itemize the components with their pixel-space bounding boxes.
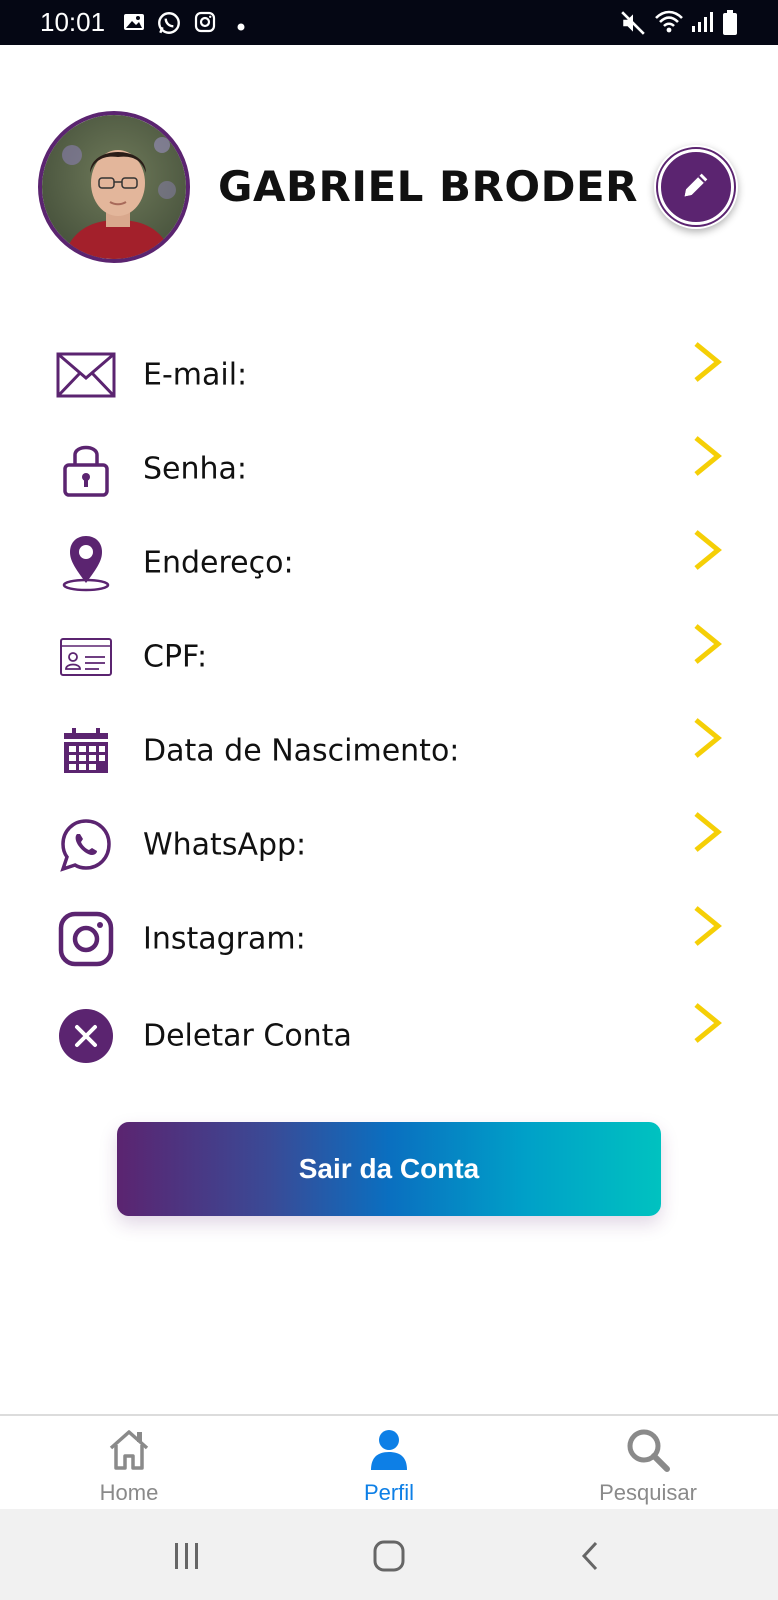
wifi-icon — [654, 10, 684, 41]
logout-label: Sair da Conta — [298, 1153, 480, 1184]
menu-item-cpf[interactable]: CPF: — [0, 610, 778, 704]
chevron-right-icon — [690, 622, 724, 666]
menu-item-label: Senha: — [143, 451, 248, 487]
menu-item-label: E-mail: — [143, 357, 248, 393]
menu-item-whatsapp[interactable]: WhatsApp: — [0, 798, 778, 892]
chevron-right-icon — [690, 810, 724, 854]
avatar — [38, 111, 190, 263]
recents-icon[interactable] — [162, 1531, 212, 1581]
status-bar: 10:01 — [0, 0, 778, 45]
menu-item-label: Endereço: — [143, 545, 294, 581]
home-circle-icon[interactable] — [364, 1531, 414, 1581]
status-time: 10:01 — [40, 7, 106, 37]
nav-profile[interactable]: Perfil — [289, 1416, 489, 1511]
back-icon[interactable] — [566, 1531, 616, 1581]
dot-icon — [237, 18, 245, 36]
menu-item-password[interactable]: Senha: — [0, 422, 778, 516]
chevron-right-icon — [690, 904, 724, 948]
menu-item-email[interactable]: E-mail: — [0, 328, 778, 422]
user-name: GABRIEL BRODER — [218, 162, 638, 211]
menu-item-label: CPF: — [143, 639, 208, 675]
chevron-right-icon — [690, 434, 724, 478]
lock-icon — [56, 439, 116, 499]
search-icon — [624, 1426, 672, 1474]
nav-label: Pesquisar — [599, 1480, 697, 1505]
menu-item-delete-account[interactable]: Deletar Conta — [0, 989, 778, 1083]
pencil-icon — [679, 168, 713, 207]
nav-home[interactable]: Home — [29, 1416, 229, 1511]
user-icon — [365, 1426, 413, 1474]
whatsapp-icon — [56, 815, 116, 875]
signal-icon — [690, 10, 714, 39]
instagram-icon — [193, 10, 217, 39]
chevron-right-icon — [690, 716, 724, 760]
location-pin-icon — [56, 533, 116, 593]
logout-button[interactable]: Sair da Conta — [117, 1122, 661, 1216]
nav-search[interactable]: Pesquisar — [548, 1416, 748, 1511]
chevron-right-icon — [690, 340, 724, 384]
id-card-icon — [56, 627, 116, 687]
menu-item-label: Deletar Conta — [143, 1018, 352, 1054]
close-circle-icon — [56, 1006, 116, 1066]
envelope-icon — [56, 345, 116, 405]
nav-label: Perfil — [363, 1480, 415, 1505]
system-nav — [0, 1509, 778, 1600]
menu-item-label: WhatsApp: — [143, 827, 307, 863]
mute-icon — [620, 10, 646, 41]
home-icon — [105, 1426, 153, 1474]
bottom-nav: Home Perfil Pesquisar — [0, 1414, 778, 1509]
whatsapp-icon — [156, 10, 182, 41]
menu-item-address[interactable]: Endereço: — [0, 516, 778, 610]
chevron-right-icon — [690, 528, 724, 572]
menu-item-label: Data de Nascimento: — [143, 733, 460, 769]
battery-icon — [722, 10, 738, 41]
menu-item-birthdate[interactable]: Data de Nascimento: — [0, 704, 778, 798]
chevron-right-icon — [690, 1001, 724, 1045]
instagram-icon — [56, 909, 116, 969]
calendar-icon — [56, 721, 116, 781]
image-icon — [122, 10, 146, 39]
menu-item-instagram[interactable]: Instagram: — [0, 892, 778, 986]
edit-profile-button[interactable] — [654, 145, 738, 229]
menu-item-label: Instagram: — [143, 921, 306, 957]
nav-label: Home — [99, 1480, 159, 1505]
